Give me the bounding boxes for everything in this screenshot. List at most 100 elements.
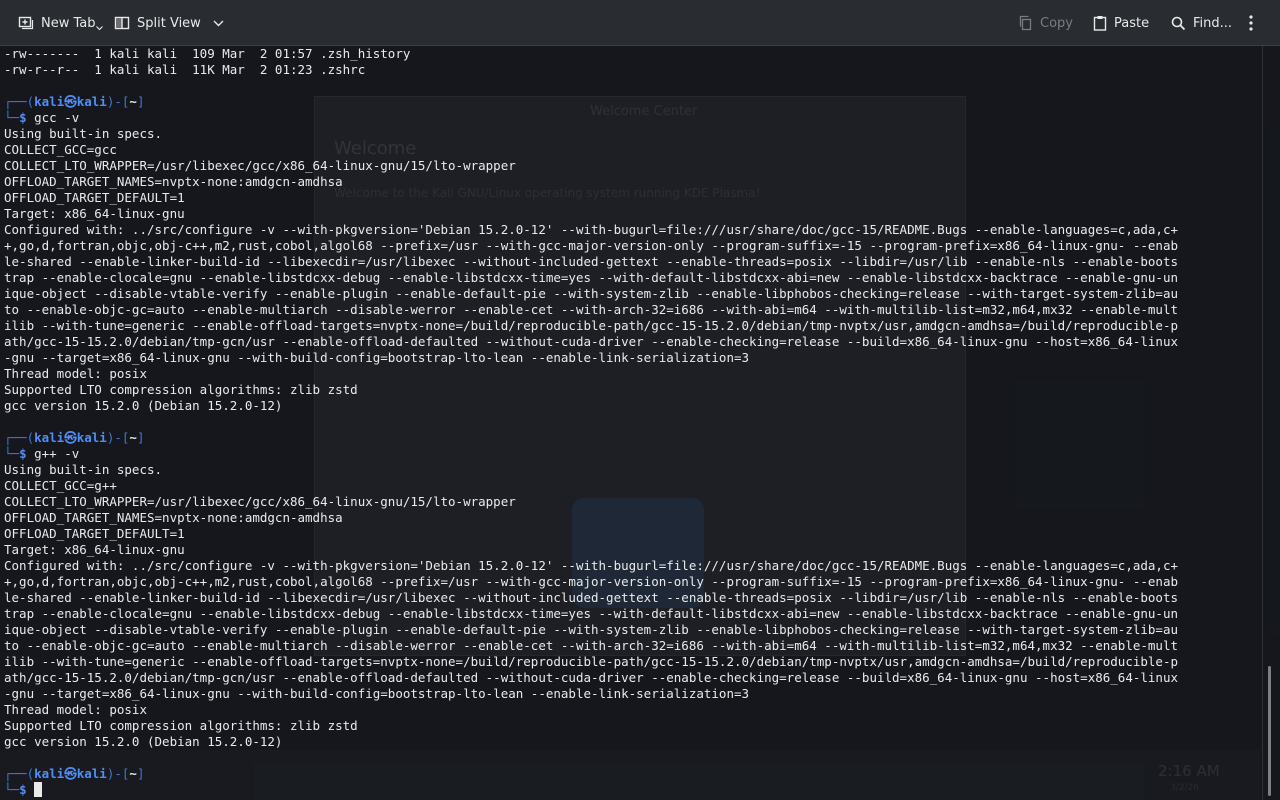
prompt-frame: )-[	[106, 430, 130, 445]
prompt-at-symbol: ㉿	[64, 766, 77, 781]
copy-label: Copy	[1040, 15, 1073, 31]
output-line: Using built-in specs.	[4, 462, 163, 477]
prompt-user: kali	[34, 94, 65, 109]
output-line: -rw-r--r-- 1 kali kali 11K Mar 2 01:23 .…	[4, 62, 366, 77]
output-line: Configured with: ../src/configure -v --w…	[4, 222, 1178, 237]
prompt-frame: └─	[4, 446, 20, 461]
prompt-frame: )-[	[106, 94, 130, 109]
output-line: -gnu --target=x86_64-linux-gnu --with-bu…	[4, 350, 750, 365]
new-tab-button[interactable]: New Tab	[12, 8, 103, 38]
output-line: -gnu --target=x86_64-linux-gnu --with-bu…	[4, 686, 750, 701]
prompt-path: ~	[129, 766, 137, 781]
command-line: └─$ gcc -v	[4, 110, 1254, 126]
output-line: Target: x86_64-linux-gnu	[4, 542, 185, 557]
search-icon	[1171, 16, 1186, 30]
output-line: COLLECT_GCC=g++	[4, 478, 117, 493]
output-line: gcc version 15.2.0 (Debian 15.2.0-12)	[4, 398, 283, 413]
hamburger-menu-icon	[1249, 15, 1253, 31]
terminal-output: -rw------- 1 kali kali 109 Mar 2 01:57 .…	[4, 46, 1254, 798]
copy-icon	[1019, 15, 1032, 31]
output-line: +,go,d,fortran,objc,obj-c++,m2,rust,cobo…	[4, 238, 1178, 253]
output-line: ath/gcc-15-15.2.0/debian/tmp-gcn/usr --e…	[4, 334, 1178, 349]
output-line: OFFLOAD_TARGET_NAMES=nvptx-none:amdgcn-a…	[4, 174, 343, 189]
paste-label: Paste	[1114, 15, 1150, 31]
output-line: ilib --with-tune=generic --enable-offloa…	[4, 654, 1178, 669]
output-line: COLLECT_LTO_WRAPPER=/usr/libexec/gcc/x86…	[4, 158, 516, 173]
output-line: Using built-in specs.	[4, 126, 163, 141]
prompt-user: kali	[34, 430, 65, 445]
paste-icon	[1093, 16, 1107, 31]
new-tab-icon	[18, 16, 34, 30]
output-line: +,go,d,fortran,objc,obj-c++,m2,rust,cobo…	[4, 574, 1178, 589]
prompt-user: kali	[34, 766, 65, 781]
terminal-view[interactable]: Welcome Center Welcome Welcome to the Ka…	[0, 46, 1280, 800]
output-line: COLLECT_GCC=gcc	[4, 142, 117, 157]
new-tab-label: New Tab	[41, 15, 96, 31]
command-line: └─$ g++ -v	[4, 446, 1254, 462]
command-text: gcc -v	[26, 110, 80, 125]
prompt-line: ┌──(kali㉿kali)-[~]	[4, 94, 1254, 110]
output-line: Thread model: posix	[4, 702, 147, 717]
output-line: COLLECT_LTO_WRAPPER=/usr/libexec/gcc/x86…	[4, 494, 516, 509]
find-label: Find...	[1193, 15, 1233, 31]
output-line: to --enable-objc-gc=auto --enable-multia…	[4, 302, 1178, 317]
split-view-icon	[114, 16, 130, 30]
output-line: trap --enable-clocale=gnu --enable-libst…	[4, 270, 1178, 285]
output-line: to --enable-objc-gc=auto --enable-multia…	[4, 638, 1178, 653]
prompt-frame: ┌──(	[4, 766, 35, 781]
hamburger-menu-button[interactable]	[1245, 8, 1257, 38]
prompt-frame: └─	[4, 110, 20, 125]
find-button[interactable]: Find...	[1165, 8, 1238, 38]
output-line: le-shared --enable-linker-build-id --lib…	[4, 590, 1178, 605]
command-text	[27, 782, 35, 797]
output-line: ath/gcc-15-15.2.0/debian/tmp-gcn/usr --e…	[4, 670, 1178, 685]
konsole-toolbar: New Tab Split View Copy Paste Find...	[0, 0, 1280, 46]
output-line: OFFLOAD_TARGET_DEFAULT=1	[4, 190, 185, 205]
prompt-frame: └─	[4, 782, 20, 797]
prompt-host: kali	[76, 430, 107, 445]
output-line: Configured with: ../src/configure -v --w…	[4, 558, 1178, 573]
prompt-frame: ]	[136, 94, 145, 109]
text-cursor	[34, 782, 43, 797]
output-line: trap --enable-clocale=gnu --enable-libst…	[4, 606, 1178, 621]
paste-button[interactable]: Paste	[1087, 8, 1155, 38]
split-view-button[interactable]: Split View	[108, 8, 230, 38]
prompt-line: ┌──(kali㉿kali)-[~]	[4, 430, 1254, 446]
command-line: └─$	[4, 782, 1254, 798]
output-line: ilib --with-tune=generic --enable-offloa…	[4, 318, 1178, 333]
output-line: Supported LTO compression algorithms: zl…	[4, 382, 358, 397]
prompt-path: ~	[129, 430, 137, 445]
chevron-down-icon[interactable]	[213, 20, 224, 27]
output-line: ique-object --disable-vtable-verify --en…	[4, 622, 1178, 637]
output-line: Supported LTO compression algorithms: zl…	[4, 718, 358, 733]
output-line: -rw------- 1 kali kali 109 Mar 2 01:57 .…	[4, 46, 411, 61]
scrollbar-thumb[interactable]	[1268, 666, 1271, 796]
prompt-dollar: $	[19, 446, 27, 461]
prompt-frame: ]	[136, 766, 145, 781]
output-line: OFFLOAD_TARGET_DEFAULT=1	[4, 526, 185, 541]
new-tab-dropdown-icon[interactable]	[96, 26, 103, 31]
prompt-path: ~	[129, 94, 137, 109]
prompt-dollar: $	[19, 110, 27, 125]
prompt-at-symbol: ㉿	[64, 94, 77, 109]
output-line: OFFLOAD_TARGET_NAMES=nvptx-none:amdgcn-a…	[4, 510, 343, 525]
prompt-frame: ]	[136, 430, 145, 445]
prompt-dollar: $	[19, 782, 27, 797]
prompt-host: kali	[76, 94, 107, 109]
output-line: le-shared --enable-linker-build-id --lib…	[4, 254, 1178, 269]
output-line: Target: x86_64-linux-gnu	[4, 206, 185, 221]
copy-button[interactable]: Copy	[1012, 8, 1079, 38]
terminal-scrollbar[interactable]	[1262, 46, 1276, 800]
prompt-frame: ┌──(	[4, 430, 35, 445]
prompt-at-symbol: ㉿	[64, 430, 77, 445]
split-view-label: Split View	[137, 15, 201, 31]
command-text: g++ -v	[26, 446, 80, 461]
prompt-host: kali	[76, 766, 107, 781]
output-line: gcc version 15.2.0 (Debian 15.2.0-12)	[4, 734, 283, 749]
prompt-frame: )-[	[106, 766, 130, 781]
prompt-frame: ┌──(	[4, 94, 35, 109]
output-line: Thread model: posix	[4, 366, 147, 381]
prompt-line: ┌──(kali㉿kali)-[~]	[4, 766, 1254, 782]
